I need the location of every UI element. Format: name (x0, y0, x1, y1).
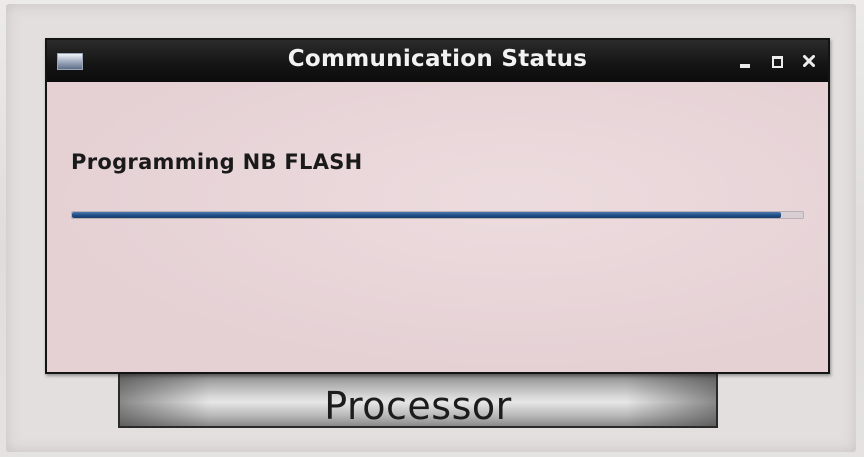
maximize-icon[interactable] (768, 50, 786, 72)
progress-bar (71, 211, 804, 219)
progress-fill (72, 212, 782, 218)
dialog-body: Programming NB FLASH (47, 82, 828, 372)
communication-status-dialog: Communication Status Programming NB FLAS… (45, 38, 830, 374)
dialog-titlebar[interactable]: Communication Status (47, 40, 828, 82)
processor-button-label: Processor (324, 383, 512, 428)
window-title: Communication Status (287, 46, 588, 72)
status-message: Programming NB FLASH (71, 150, 363, 174)
minimize-icon[interactable] (736, 50, 754, 72)
processor-button[interactable]: Processor (118, 371, 718, 428)
window-controls (736, 49, 818, 73)
close-icon[interactable] (800, 50, 818, 72)
